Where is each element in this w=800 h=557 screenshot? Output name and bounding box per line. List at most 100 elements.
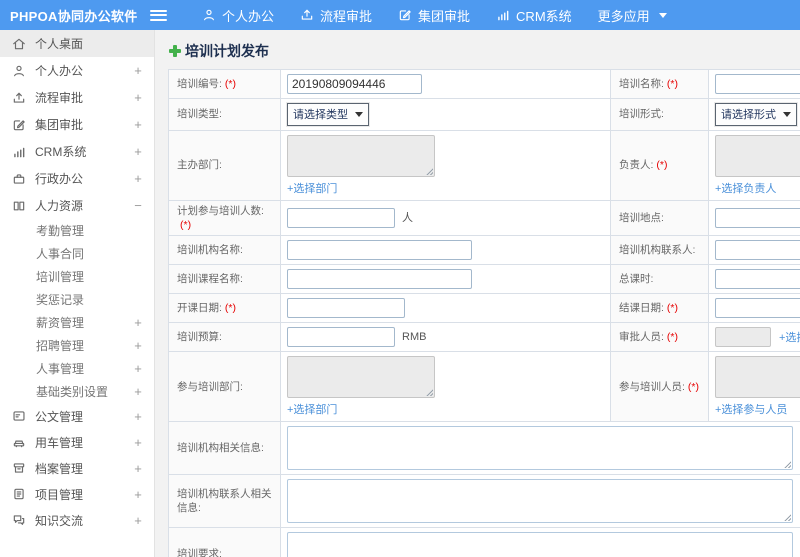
training-name-input[interactable] [715,74,800,94]
sidebar-item-crm-system[interactable]: CRM系统 + [0,138,154,165]
field-label: 参与培训人员: [619,380,685,393]
chat-icon [12,513,26,527]
sidebar-item-personal-desktop[interactable]: 个人桌面 [0,30,154,57]
sidebar-item-reward-punish[interactable]: 奖惩记录 [0,288,154,311]
expand-toggle[interactable]: + [132,117,144,132]
caret-down-icon [355,111,363,117]
sidebar-item-project-mgmt[interactable]: 项目管理 + [0,481,154,507]
currency-suffix: RMB [402,331,427,344]
topbar: PHPOA协同办公软件 个人办公 流程审批 集团审批 CRM系统 更多应用 [0,0,800,30]
field-label: 培训类型: [177,108,222,121]
sidebar-item-attendance-mgmt[interactable]: 考勤管理 [0,219,154,242]
form-row: 培训机构名称: 培训机构联系人: [168,235,800,266]
expand-toggle[interactable]: + [132,435,144,450]
sidebar-item-group-approval[interactable]: 集团审批 + [0,111,154,138]
sidebar-item-label: 人事管理 [36,362,85,376]
field-label: 培训预算: [177,331,222,344]
sidebar-item-training-mgmt[interactable]: 培训管理 [0,265,154,288]
app-logo[interactable]: PHPOA协同办公软件 [0,6,142,25]
sidebar: 个人桌面 个人办公 + 流程审批 + 集团审批 + CRM系统 + 行政办公 + [0,30,155,557]
sidebar-item-personnel-mgmt[interactable]: 人事管理 + [0,357,154,380]
field-label: 培训机构联系人相关信息: [177,488,272,515]
sidebar-item-knowledge-exchange[interactable]: 知识交流 + [0,507,154,533]
org-contact-input[interactable] [715,240,800,261]
unit-suffix: 人 [402,212,413,225]
bar-chart-icon [496,8,510,22]
sidebar-item-label: 个人办公 [35,64,84,78]
form-row: 培训编号:(*) 培训名称:(*) [168,69,800,99]
sidebar-item-recruit-mgmt[interactable]: 招聘管理 + [0,334,154,357]
expand-toggle[interactable]: + [132,384,144,399]
field-label: 培训课程名称: [177,273,243,286]
sidebar-item-label: 项目管理 [35,487,84,502]
training-no-input[interactable] [287,74,422,94]
topnav-personal-office[interactable]: 个人办公 [189,0,287,30]
planned-count-input[interactable] [287,208,395,229]
join-people-box [715,356,800,399]
expand-toggle[interactable]: + [132,409,144,424]
expand-toggle[interactable]: + [132,338,144,353]
expand-toggle[interactable]: + [132,315,144,330]
form-row: 培训课程名称: 总课时: [168,264,800,295]
select-dept-link[interactable]: +选择部门 [287,180,337,196]
training-req-textarea[interactable] [287,532,793,557]
required-mark: (*) [180,219,192,232]
org-contact-info-textarea[interactable] [287,479,793,524]
field-label: 培训机构联系人: [619,244,696,257]
sidebar-item-vehicle-mgmt[interactable]: 用车管理 + [0,429,154,455]
end-date-input[interactable] [715,298,800,319]
expand-toggle[interactable]: + [132,487,144,502]
field-label: 培训编号: [177,77,222,90]
topnav-more-apps[interactable]: 更多应用 [585,0,680,30]
total-hours-input[interactable] [715,269,800,290]
sidebar-item-base-category[interactable]: 基础类别设置 + [0,380,154,403]
start-date-input[interactable] [287,298,405,319]
form-row: 参与培训部门: +选择部门 参与培训人员: (*) +选择参与人员 [168,351,800,423]
location-input[interactable] [715,208,800,229]
course-name-input[interactable] [287,269,472,290]
select-approver-link[interactable]: +选择审批人员 [779,329,800,345]
sidebar-item-hr[interactable]: 人力资源 − [0,192,154,219]
sidebar-item-label: 考勤管理 [36,224,85,238]
budget-input[interactable] [287,327,395,348]
sidebar-item-personal-office[interactable]: 个人办公 + [0,57,154,84]
expand-toggle[interactable]: + [132,90,144,105]
field-label: 培训要求: [177,548,222,557]
selected-option: 请选择类型 [293,109,348,121]
edit-icon [12,118,26,132]
topnav-group-approval[interactable]: 集团审批 [385,0,483,30]
sidebar-item-document-mgmt[interactable]: 公文管理 + [0,403,154,429]
sidebar-item-label: 人事合同 [36,247,85,261]
expand-toggle[interactable]: + [132,461,144,476]
training-type-select[interactable]: 请选择类型 [287,103,369,126]
menu-toggle-icon[interactable] [150,9,167,21]
form-row: 培训机构联系人相关信息: [168,474,800,529]
expand-toggle[interactable]: + [132,144,144,159]
sidebar-item-hr-contract[interactable]: 人事合同 [0,242,154,265]
training-form-select[interactable]: 请选择形式 [715,103,797,126]
sidebar-item-label: 招聘管理 [36,339,85,353]
sidebar-item-label: CRM系统 [35,145,87,159]
sidebar-item-workflow-approval[interactable]: 流程审批 + [0,84,154,111]
select-leader-link[interactable]: +选择负责人 [715,180,776,196]
expand-toggle[interactable]: + [132,513,144,528]
select-join-people-link[interactable]: +选择参与人员 [715,401,787,417]
select-join-dept-link[interactable]: +选择部门 [287,401,337,417]
sidebar-item-label: 档案管理 [35,461,84,476]
topnav-crm-system[interactable]: CRM系统 [483,0,585,30]
sidebar-item-archive-mgmt[interactable]: 档案管理 + [0,455,154,481]
sidebar-item-admin-office[interactable]: 行政办公 + [0,165,154,192]
topnav-workflow-approval[interactable]: 流程审批 [287,0,385,30]
field-label: 开课日期: [177,302,222,315]
expand-toggle[interactable]: + [132,63,144,78]
expand-toggle[interactable]: + [132,361,144,376]
collapse-toggle[interactable]: − [132,198,144,213]
expand-toggle[interactable]: + [132,171,144,186]
org-name-input[interactable] [287,240,472,261]
org-info-textarea[interactable] [287,426,793,471]
sidebar-item-salary-mgmt[interactable]: 薪资管理 + [0,311,154,334]
field-label: 培训形式: [619,108,664,121]
book-icon [12,199,26,213]
sidebar-item-label: 知识交流 [35,513,84,528]
add-icon [169,45,181,57]
